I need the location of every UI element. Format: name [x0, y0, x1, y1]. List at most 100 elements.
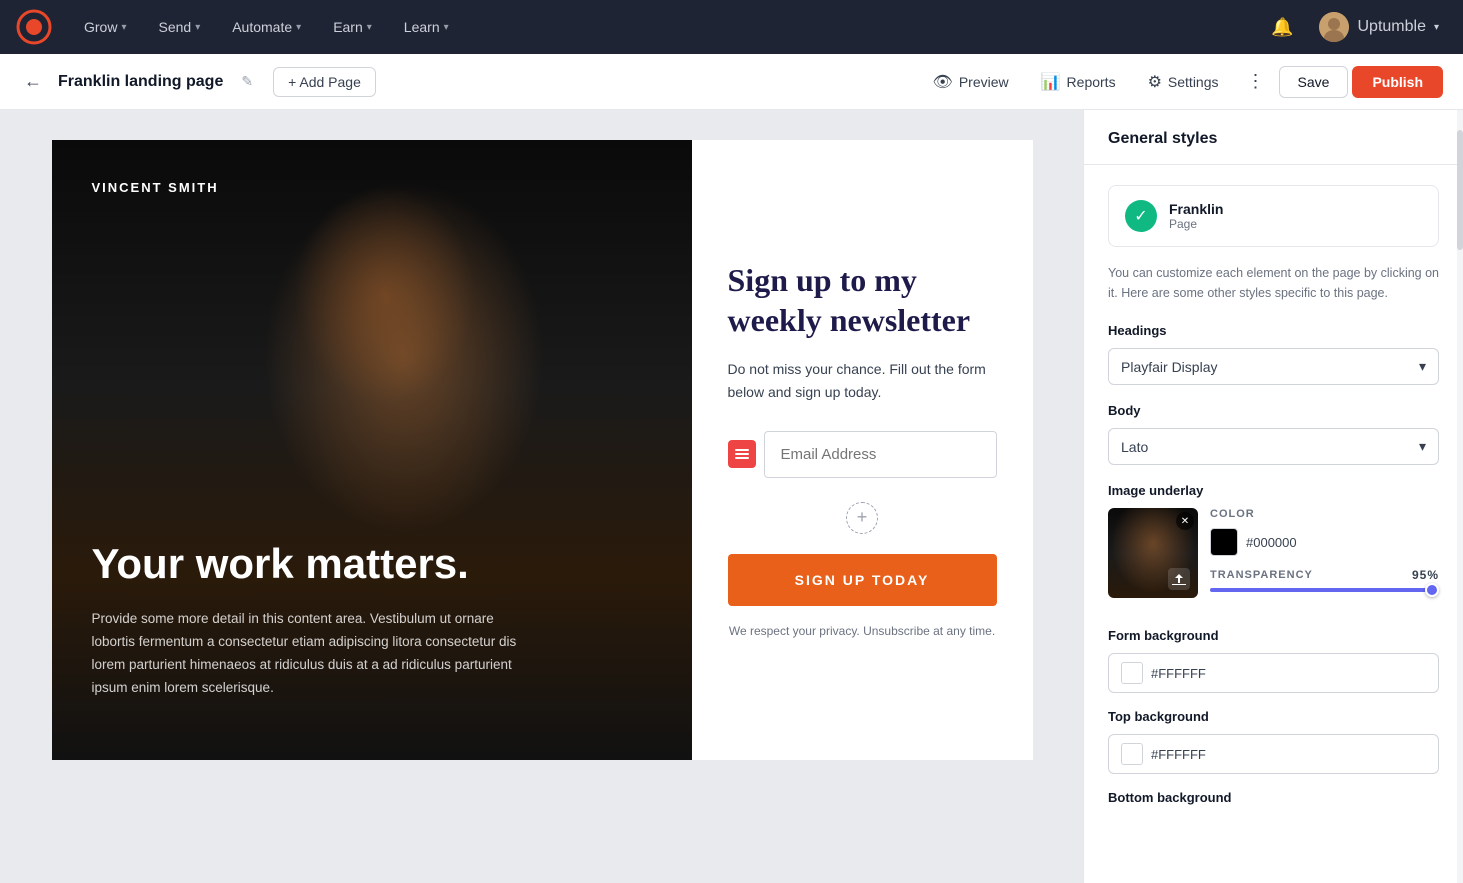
color-label: COLOR	[1210, 508, 1439, 520]
nav-item-earn[interactable]: Earn ▾	[321, 11, 384, 43]
franklin-check-icon: ✓	[1125, 200, 1157, 232]
author-name: VINCENT SMITH	[92, 180, 652, 195]
app-logo[interactable]	[16, 9, 52, 45]
image-underlay-row: ✕ COLOR #000000	[1108, 508, 1439, 608]
nav-earn-chevron: ▾	[367, 22, 372, 33]
canvas-area[interactable]: VINCENT SMITH Your work matters. Provide…	[0, 110, 1083, 883]
top-bg-row[interactable]: #FFFFFF	[1108, 734, 1439, 774]
edit-title-icon[interactable]: ✎	[241, 73, 253, 90]
preview-button[interactable]: 👁 Preview	[919, 65, 1023, 99]
transparency-slider[interactable]	[1210, 588, 1439, 592]
headings-font-value: Playfair Display	[1121, 359, 1217, 375]
top-navigation: Grow ▾ Send ▾ Automate ▾ Earn ▾ Learn ▾ …	[0, 0, 1463, 54]
publish-label: Publish	[1372, 74, 1423, 90]
avatar	[1319, 12, 1349, 42]
page-toolbar: ← Franklin landing page ✎ + Add Page 👁 P…	[0, 54, 1463, 110]
body-label: Body	[1108, 403, 1439, 418]
user-name-label: Uptumble	[1357, 18, 1425, 36]
form-bg-section: Form background #FFFFFF	[1108, 628, 1439, 693]
color-row: #000000	[1210, 528, 1439, 556]
add-field-button[interactable]: +	[846, 502, 878, 534]
scrollbar-thumb[interactable]	[1457, 130, 1463, 250]
bottom-bg-section: Bottom background	[1108, 790, 1439, 805]
scrollbar-track[interactable]	[1457, 110, 1463, 883]
form-bg-hex: #FFFFFF	[1151, 666, 1206, 681]
nav-automate-label: Automate	[232, 19, 292, 35]
top-bg-swatch	[1121, 743, 1143, 765]
color-hex-value: #000000	[1246, 535, 1297, 550]
add-page-button[interactable]: + Add Page	[273, 67, 376, 97]
left-content: VINCENT SMITH Your work matters. Provide…	[52, 140, 692, 760]
email-field-container	[728, 431, 997, 478]
form-subtext: Do not miss your chance. Fill out the fo…	[728, 358, 997, 403]
body-font-value: Lato	[1121, 439, 1148, 455]
form-headline: Sign up to my weekly newsletter	[728, 260, 997, 340]
settings-icon: ⚙	[1148, 72, 1162, 92]
nav-item-learn[interactable]: Learn ▾	[392, 11, 461, 43]
sidebar-content: ✓ Franklin Page You can customize each e…	[1084, 165, 1463, 841]
transparency-label-row: TRANSPARENCY 95%	[1210, 568, 1439, 582]
headings-font-dropdown[interactable]: Playfair Display ▾	[1108, 348, 1439, 385]
franklin-sub: Page	[1169, 217, 1223, 231]
form-bg-swatch	[1121, 662, 1143, 684]
user-menu-chevron: ▾	[1434, 22, 1439, 33]
slider-fill	[1210, 588, 1428, 592]
reports-label: Reports	[1067, 74, 1116, 90]
settings-button[interactable]: ⚙ Settings	[1134, 65, 1233, 99]
privacy-text: We respect your privacy. Unsubscribe at …	[728, 622, 997, 640]
top-bg-label: Top background	[1108, 709, 1439, 724]
body-font-chevron: ▾	[1419, 438, 1426, 455]
nav-learn-label: Learn	[404, 19, 440, 35]
publish-button[interactable]: Publish	[1352, 66, 1443, 98]
sidebar-description: You can customize each element on the pa…	[1108, 263, 1439, 303]
reports-button[interactable]: 📊 Reports	[1027, 65, 1130, 99]
submit-button[interactable]: SIGN UP TODAY	[728, 554, 997, 606]
back-button[interactable]: ←	[20, 67, 46, 96]
bottom-bg-label: Bottom background	[1108, 790, 1439, 805]
landing-section: VINCENT SMITH Your work matters. Provide…	[52, 140, 1032, 760]
left-panel[interactable]: VINCENT SMITH Your work matters. Provide…	[52, 140, 692, 760]
body-font-dropdown[interactable]: Lato ▾	[1108, 428, 1439, 465]
more-options-button[interactable]: ⋮	[1237, 64, 1275, 99]
page-canvas: VINCENT SMITH Your work matters. Provide…	[52, 140, 1032, 883]
underlay-upload-icon[interactable]	[1168, 568, 1190, 590]
form-bg-row[interactable]: #FFFFFF	[1108, 653, 1439, 693]
nav-automate-chevron: ▾	[296, 22, 301, 33]
save-button[interactable]: Save	[1279, 66, 1349, 98]
top-bg-section: Top background #FFFFFF	[1108, 709, 1439, 774]
color-swatch[interactable]	[1210, 528, 1238, 556]
nav-send-label: Send	[158, 19, 191, 35]
transparency-value: 95%	[1412, 568, 1439, 582]
underlay-close-button[interactable]: ✕	[1176, 512, 1194, 530]
nav-grow-chevron: ▾	[121, 22, 126, 33]
field-drag-handle[interactable]	[728, 440, 756, 468]
submit-label: SIGN UP TODAY	[795, 572, 930, 588]
preview-icon: 👁	[933, 72, 953, 92]
page-title: Franklin landing page	[58, 73, 223, 91]
headings-font-chevron: ▾	[1419, 358, 1426, 375]
toolbar-actions: 👁 Preview 📊 Reports ⚙ Settings ⋮ Save Pu…	[919, 64, 1443, 99]
nav-item-send[interactable]: Send ▾	[146, 11, 212, 43]
franklin-labels: Franklin Page	[1169, 201, 1223, 231]
nav-send-chevron: ▾	[195, 22, 200, 33]
underlay-controls: COLOR #000000 TRANSPARENCY 95%	[1210, 508, 1439, 608]
nav-item-automate[interactable]: Automate ▾	[220, 11, 313, 43]
image-underlay-label: Image underlay	[1108, 483, 1439, 498]
email-input[interactable]	[764, 431, 997, 478]
franklin-card[interactable]: ✓ Franklin Page	[1108, 185, 1439, 247]
user-menu[interactable]: Uptumble ▾	[1311, 8, 1447, 46]
notification-bell[interactable]: 🔔	[1265, 11, 1299, 44]
nav-earn-label: Earn	[333, 19, 363, 35]
transparency-label: TRANSPARENCY	[1210, 569, 1313, 581]
nav-item-grow[interactable]: Grow ▾	[72, 11, 138, 43]
nav-learn-chevron: ▾	[444, 22, 449, 33]
hero-headline: Your work matters.	[92, 540, 652, 588]
save-label: Save	[1298, 74, 1330, 90]
headings-label: Headings	[1108, 323, 1439, 338]
preview-label: Preview	[959, 74, 1009, 90]
reports-icon: 📊	[1041, 72, 1061, 92]
hero-headline-block: Your work matters. Provide some more det…	[92, 540, 652, 700]
underlay-thumbnail[interactable]: ✕	[1108, 508, 1198, 598]
sidebar-title: General styles	[1108, 130, 1217, 147]
sidebar-header: General styles	[1084, 110, 1463, 165]
